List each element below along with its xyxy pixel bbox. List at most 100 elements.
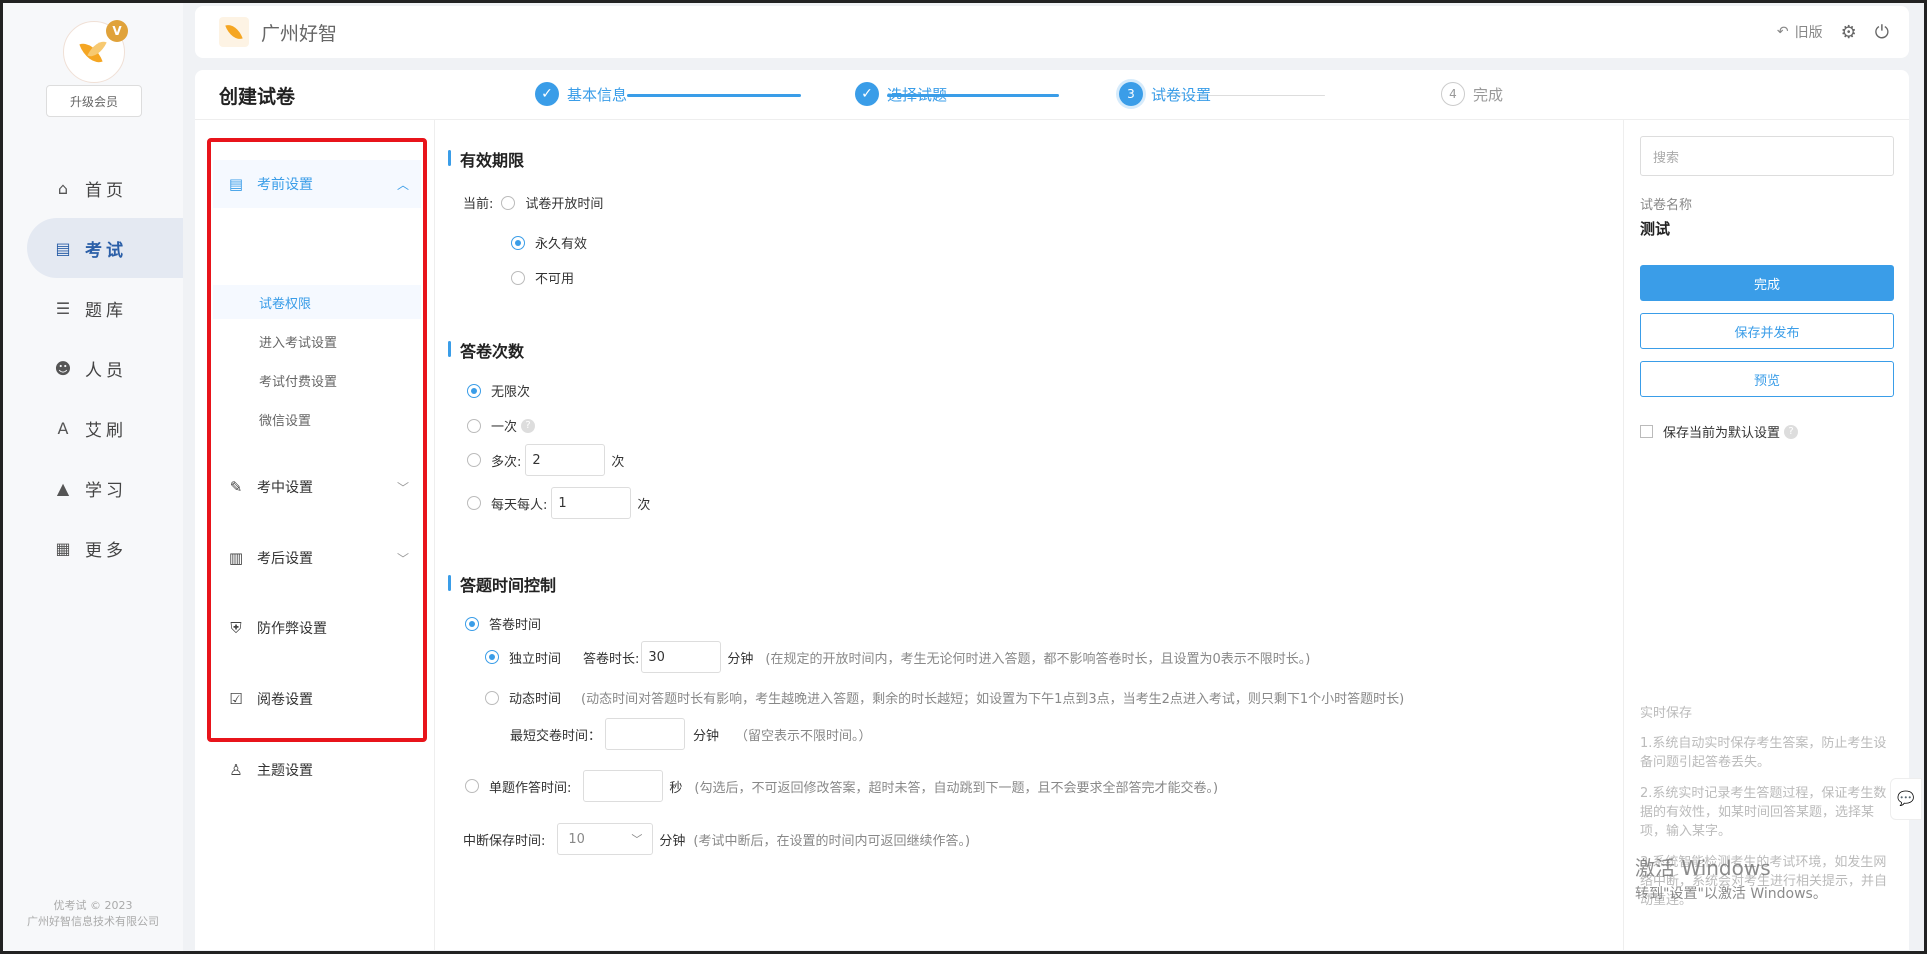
- step-paper-settings[interactable]: 3 试卷设置: [1119, 82, 1211, 106]
- step-select-questions[interactable]: ✓ 选择试题: [855, 82, 947, 106]
- radio-independent[interactable]: [485, 650, 499, 664]
- settings-group-anti-cheat[interactable]: ⛨ 防作弊设置: [213, 604, 421, 652]
- chevron-up-icon: ︿: [396, 178, 409, 192]
- settings-group-pre-exam[interactable]: ▤ 考前设置 ︿: [213, 160, 421, 208]
- single-question-input[interactable]: [583, 770, 664, 802]
- chevron-down-icon: ﹀: [396, 552, 409, 566]
- sub-item-wechat[interactable]: 微信设置: [213, 402, 421, 436]
- help-icon[interactable]: ?: [1784, 424, 1799, 439]
- step-number: 3: [1119, 82, 1143, 106]
- min-submit-input[interactable]: [605, 718, 686, 750]
- radio-unavailable[interactable]: [511, 270, 525, 285]
- old-version-link[interactable]: ↶ 旧版: [1777, 22, 1823, 42]
- score-doc-icon: ▥: [228, 549, 244, 567]
- settings-group-theme[interactable]: ♙ 主题设置: [213, 746, 421, 794]
- nav-item-1[interactable]: ▤ 考试: [27, 218, 183, 278]
- card-header: 创建试卷 ✓ 基本信息 ✓ 选择试题 3 试卷设置 4 完成: [195, 70, 1909, 120]
- doc-icon: ▤: [228, 175, 244, 193]
- interrupt-select[interactable]: 10 ﹀: [557, 823, 654, 855]
- grading-icon: ☑: [229, 690, 243, 708]
- check-icon: ✓: [535, 82, 559, 106]
- radio-single-question[interactable]: [465, 779, 479, 793]
- multiple-count-input[interactable]: [525, 444, 606, 476]
- section-title-validity: 有效期限: [448, 147, 524, 171]
- daily-count-input[interactable]: [551, 487, 632, 519]
- study-cap-icon: ▲: [56, 478, 70, 498]
- attempts-multiple-row: 多次: 次: [467, 444, 624, 476]
- radio-once[interactable]: [467, 418, 481, 433]
- step-label: 完成: [1473, 85, 1504, 104]
- nav-item-0[interactable]: ⌂ 首页: [3, 158, 183, 218]
- current-label: 当前:: [463, 197, 494, 212]
- second-unit: 秒: [669, 780, 683, 796]
- radio-unlimited[interactable]: [467, 383, 481, 398]
- upgrade-member-button[interactable]: 升级会员: [46, 85, 142, 117]
- edit-doc-icon: ✎: [229, 478, 243, 496]
- feedback-chat-icon[interactable]: 💬: [1890, 778, 1922, 820]
- radio-multiple[interactable]: [467, 453, 481, 467]
- interrupt-label: 中断保存时间:: [463, 833, 546, 849]
- radio-dynamic[interactable]: [485, 690, 499, 705]
- windows-activation-watermark: 激活 Windows 转到"设置"以激活 Windows。: [1635, 852, 1827, 903]
- radio-open-time[interactable]: [501, 195, 516, 210]
- shirt-icon: ♙: [229, 761, 243, 779]
- chevron-down-icon: ﹀: [396, 481, 409, 495]
- sub-item-enter-exam[interactable]: 进入考试设置: [213, 324, 421, 358]
- paper-name-value: 测试: [1640, 220, 1671, 238]
- step-basic-info[interactable]: ✓ 基本信息: [535, 82, 627, 106]
- duration-label: 答卷时长:: [583, 651, 640, 667]
- watermark-line-1: 激活 Windows: [1635, 856, 1771, 880]
- radio-daily[interactable]: [467, 496, 481, 510]
- default-setting-checkbox[interactable]: [1640, 425, 1653, 438]
- right-panel: 搜索 试卷名称 测试 完成 保存并发布 预览 保存当前为默认设置 ? 实时保存 …: [1623, 120, 1909, 950]
- step-connector-1: [627, 94, 801, 97]
- radio-multiple-label: 多次:: [491, 454, 522, 470]
- search-input[interactable]: 搜索: [1640, 136, 1894, 176]
- copyright-line-2: 广州好智信息技术有限公司: [27, 915, 159, 928]
- nav-item-2[interactable]: ☰ 题库: [3, 278, 183, 338]
- preview-button[interactable]: 预览: [1640, 361, 1894, 397]
- watermark-line-2: 转到"设置"以激活 Windows。: [1635, 886, 1827, 902]
- check-icon: ✓: [855, 82, 879, 106]
- top-actions: ↶ 旧版 ⚙ ⏻: [1777, 6, 1889, 58]
- settings-group-in-exam[interactable]: ✎ 考中设置 ﹀: [213, 463, 421, 511]
- nav-item-4[interactable]: A 艾刷: [3, 398, 183, 458]
- left-nav: V 升级会员 ⌂ 首页 ▤ 考试 ☰ 题库 ☻ 人员 A 艾刷 ▲ 学习 ▦ 更多 优考试 © 2023 …: [3, 3, 183, 951]
- attempts-unlimited-row: 无限次: [467, 381, 530, 400]
- finish-button[interactable]: 完成: [1640, 265, 1894, 301]
- radio-answer-time[interactable]: [465, 616, 479, 631]
- nav-item-3[interactable]: ☻ 人员: [3, 338, 183, 398]
- nav-item-label: 考试: [85, 240, 127, 261]
- chevron-down-icon: ﹀: [631, 833, 643, 846]
- save-publish-button[interactable]: 保存并发布: [1640, 313, 1894, 349]
- validity-unavailable-row: 不可用: [511, 268, 574, 287]
- radio-forever[interactable]: [511, 235, 525, 250]
- realtime-note-1: 1.系统自动实时保存考生答案，防止考生设备问题引起答卷丢失。: [1640, 736, 1887, 770]
- minute-unit: 分钟: [659, 833, 686, 849]
- step-finish[interactable]: 4 完成: [1441, 82, 1503, 106]
- help-icon[interactable]: ?: [521, 418, 536, 433]
- attempts-once-row: 一次 ?: [467, 416, 536, 435]
- stepper: ✓ 基本信息 ✓ 选择试题 3 试卷设置 4 完成: [535, 82, 1615, 110]
- nav-item-label: 艾刷: [85, 420, 127, 441]
- sub-item-exam-payment[interactable]: 考试付费设置: [213, 363, 421, 397]
- power-icon[interactable]: ⏻: [1875, 22, 1889, 43]
- nav-item-6[interactable]: ▦ 更多: [3, 518, 183, 578]
- sub-item-paper-permission[interactable]: 试卷权限: [213, 285, 421, 319]
- brand-logo-icon: [219, 17, 249, 47]
- nav-item-5[interactable]: ▲ 学习: [3, 458, 183, 518]
- radio-independent-label: 独立时间: [509, 651, 562, 667]
- nav-item-label: 学习: [85, 480, 127, 501]
- ai-brush-icon: A: [57, 418, 69, 438]
- nav-list: ⌂ 首页 ▤ 考试 ☰ 题库 ☻ 人员 A 艾刷 ▲ 学习 ▦ 更多: [3, 158, 183, 578]
- duration-input[interactable]: [641, 641, 722, 673]
- dynamic-time-row: 动态时间 (动态时间对答题时长有影响，考生越晚进入答题，剩余的时长越短；如设置为…: [485, 688, 1404, 707]
- settings-group-grading[interactable]: ☑ 阅卷设置: [213, 675, 421, 723]
- radio-open-time-label: 试卷开放时间: [525, 197, 604, 212]
- step-label: 选择试题: [887, 85, 948, 104]
- gear-icon[interactable]: ⚙: [1841, 22, 1857, 43]
- interrupt-hint: (考试中断后，在设置的时间内可返回继续作答。): [693, 833, 971, 849]
- radio-answer-time-label: 答卷时间: [489, 618, 542, 633]
- settings-group-post-exam[interactable]: ▥ 考后设置 ﹀: [213, 534, 421, 582]
- section-title-time-control: 答题时间控制: [448, 572, 556, 596]
